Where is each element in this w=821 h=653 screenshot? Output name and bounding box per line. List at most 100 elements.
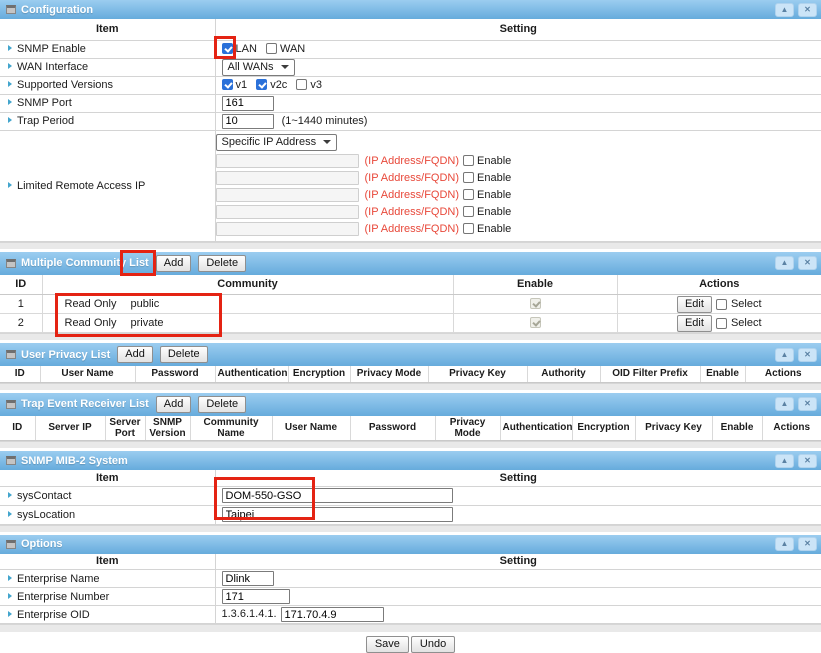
delete-button[interactable]: Delete (198, 396, 246, 413)
ip-enable-checkbox-1[interactable] (463, 155, 474, 166)
row-snmp-port: SNMP Port (0, 94, 821, 112)
enterprise-number-input[interactable] (222, 589, 290, 604)
collapse-icon[interactable]: ▲ (775, 348, 794, 362)
close-icon[interactable]: ✕ (798, 348, 817, 362)
col-header: Password (350, 416, 435, 441)
col-header: Encryption (572, 416, 635, 441)
select-checkbox[interactable] (716, 318, 727, 329)
section-title: Configuration (21, 4, 93, 16)
delete-button[interactable]: Delete (198, 255, 246, 272)
column-header-setting: Setting (215, 554, 821, 570)
select-label: Select (731, 298, 762, 310)
wan-checkbox[interactable] (266, 43, 277, 54)
delete-button[interactable]: Delete (160, 346, 208, 363)
collapse-icon[interactable]: ▲ (775, 3, 794, 17)
add-button[interactable]: Add (156, 255, 192, 272)
snmp-port-input[interactable] (222, 96, 274, 111)
collapse-icon[interactable]: ▲ (775, 454, 794, 468)
row-label: WAN Interface (17, 61, 88, 73)
row-syscontact: sysContact (0, 486, 821, 505)
configuration-header: Configuration ▲ ✕ (0, 0, 821, 19)
trap-period-hint: (1~1440 minutes) (282, 115, 368, 127)
section-footer (0, 624, 821, 632)
add-button[interactable]: Add (117, 346, 153, 363)
col-header: ID (0, 416, 35, 441)
col-header: OID Filter Prefix (600, 366, 700, 382)
col-header: Enable (712, 416, 762, 441)
collapse-icon[interactable]: ▲ (775, 256, 794, 270)
ip-hint: (IP Address/FQDN) (365, 223, 460, 235)
bullet-arrow-icon (8, 81, 12, 87)
add-button[interactable]: Add (156, 396, 192, 413)
syslocation-input[interactable] (222, 507, 453, 522)
bullet-arrow-icon (8, 63, 12, 69)
page-actions: SaveUndo (0, 636, 821, 653)
bullet-arrow-icon (8, 182, 12, 188)
row-trap-period: Trap Period (1~1440 minutes) (0, 112, 821, 130)
undo-button[interactable]: Undo (411, 636, 455, 653)
row-label: Enterprise Name (17, 573, 100, 585)
syscontact-input[interactable] (222, 488, 453, 503)
column-header-setting: Setting (215, 19, 821, 40)
community-access: Read Only (65, 317, 131, 329)
oid-prefix: 1.3.6.1.4.1. (222, 608, 277, 620)
close-icon[interactable]: ✕ (798, 3, 817, 17)
row-enterprise-number: Enterprise Number (0, 588, 821, 606)
close-icon[interactable]: ✕ (798, 397, 817, 411)
row-snmp-enable: SNMP Enable LAN WAN (0, 40, 821, 58)
section-options: Options ▲ ✕ Item Setting Enterprise Name… (0, 535, 821, 633)
wan-interface-select[interactable]: All WANs (222, 59, 295, 76)
remote-access-mode-select[interactable]: Specific IP Address (216, 134, 338, 151)
section-community-list: Multiple Community List Add Delete ▲ ✕ I… (0, 252, 821, 341)
col-header: Server IP (35, 416, 105, 441)
column-header-item: Item (0, 19, 215, 40)
collapse-icon[interactable]: ▲ (775, 537, 794, 551)
ip-hint: (IP Address/FQDN) (365, 206, 460, 218)
close-icon[interactable]: ✕ (798, 537, 817, 551)
bullet-arrow-icon (8, 593, 12, 599)
col-header: Authority (527, 366, 600, 382)
col-header: Community Name (190, 416, 272, 441)
col-header: User Name (272, 416, 350, 441)
enable-label: Enable (477, 206, 511, 218)
bullet-arrow-icon (8, 117, 12, 123)
enterprise-oid-input[interactable] (281, 607, 384, 622)
col-header: Enable (700, 366, 745, 382)
mib2-header: SNMP MIB-2 System ▲ ✕ (0, 451, 821, 470)
close-icon[interactable]: ✕ (798, 454, 817, 468)
col-header: Privacy Mode (435, 416, 500, 441)
ip-enable-checkbox-4[interactable] (463, 206, 474, 217)
trap-period-input[interactable] (222, 114, 274, 129)
save-button[interactable]: Save (366, 636, 409, 653)
v3-label: v3 (310, 79, 322, 91)
section-mib2-system: SNMP MIB-2 System ▲ ✕ Item Setting sysCo… (0, 451, 821, 532)
edit-button[interactable]: Edit (677, 296, 712, 313)
ip-enable-checkbox-3[interactable] (463, 189, 474, 200)
enable-checkbox-readonly (530, 317, 541, 328)
select-checkbox[interactable] (716, 299, 727, 310)
ip-enable-checkbox-5[interactable] (463, 223, 474, 234)
community-value: public (131, 298, 160, 310)
enterprise-name-input[interactable] (222, 571, 274, 586)
v1-checkbox[interactable] (222, 79, 233, 90)
window-icon (6, 5, 16, 14)
row-label: Trap Period (17, 115, 74, 127)
section-title: User Privacy List (21, 349, 110, 361)
edit-button[interactable]: Edit (677, 315, 712, 332)
ip-input-5 (216, 222, 359, 236)
col-header: Server Port (105, 416, 145, 441)
ip-entry-3: (IP Address/FQDN) Enable (216, 188, 821, 202)
col-header: Actions (762, 416, 821, 441)
ip-input-3 (216, 188, 359, 202)
lan-checkbox[interactable] (222, 43, 233, 54)
ip-hint: (IP Address/FQDN) (365, 189, 460, 201)
section-trap-receiver-list: Trap Event Receiver List Add Delete ▲ ✕ … (0, 393, 821, 449)
section-title: Options (21, 538, 63, 550)
window-icon (6, 350, 16, 359)
v2c-checkbox[interactable] (256, 79, 267, 90)
collapse-icon[interactable]: ▲ (775, 397, 794, 411)
close-icon[interactable]: ✕ (798, 256, 817, 270)
v3-checkbox[interactable] (296, 79, 307, 90)
col-header: SNMP Version (145, 416, 190, 441)
ip-enable-checkbox-2[interactable] (463, 172, 474, 183)
